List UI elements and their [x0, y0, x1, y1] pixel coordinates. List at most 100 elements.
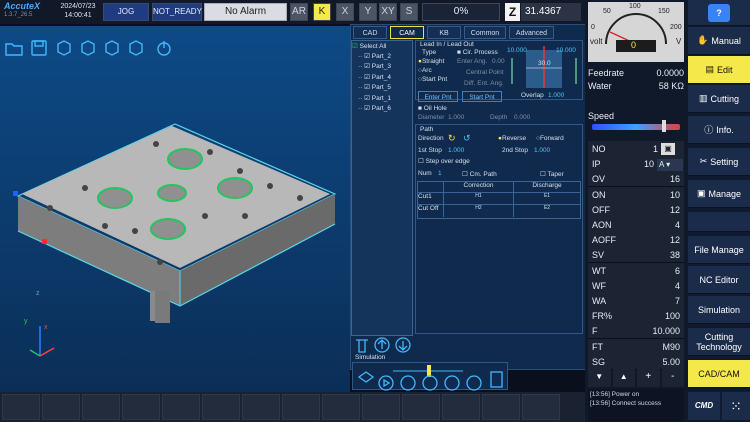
grid-menu-icon[interactable]: ⁙ — [722, 392, 750, 420]
param-row-on[interactable]: ON 10 — [588, 186, 684, 203]
mode-button[interactable]: JOG — [103, 3, 149, 21]
list-item[interactable]: ·· ☑ Part_2 — [358, 52, 391, 62]
function-key[interactable] — [242, 394, 280, 420]
taper-checkbox[interactable]: ☐ Taper — [540, 170, 564, 178]
param-value[interactable]: 10.000 — [652, 326, 680, 336]
cad-viewport[interactable] — [0, 26, 350, 392]
function-key[interactable] — [82, 394, 120, 420]
function-key[interactable] — [2, 394, 40, 420]
list-item[interactable]: ·· ☑ Part_1 — [358, 94, 391, 104]
help-button[interactable]: ? — [688, 0, 750, 26]
up-arrow-icon[interactable]: ▲ — [612, 367, 635, 387]
radio-forward[interactable]: ○Forward — [536, 135, 564, 142]
plus-icon[interactable]: + — [637, 367, 660, 387]
ccw-icon[interactable]: ↺ — [463, 133, 471, 144]
tab-cad[interactable]: CAD — [353, 26, 387, 39]
num-value[interactable]: 1 — [438, 170, 442, 177]
info-button[interactable]: ⓘ Info. — [688, 116, 750, 144]
param-value[interactable]: 1 — [653, 144, 658, 154]
cad-cam-button[interactable]: CAD/CAM — [688, 360, 750, 388]
minus-icon[interactable]: - — [661, 367, 684, 387]
param-row-wa[interactable]: WA 7 — [588, 293, 684, 309]
select-all-checkbox[interactable]: ☑ Select All — [352, 42, 386, 50]
enter-pnt-button[interactable]: Enter Pnt — [418, 91, 458, 102]
cir-process-checkbox[interactable]: ■ Cir. Process — [457, 49, 498, 56]
function-key[interactable] — [282, 394, 320, 420]
table-row[interactable]: Cut1 H1 E1 — [418, 193, 580, 205]
param-row-sv[interactable]: SV 38 — [588, 247, 684, 264]
param-row-f[interactable]: F 10.000 — [588, 323, 684, 340]
radio-straight[interactable]: ●Straight — [418, 57, 447, 66]
function-key[interactable] — [122, 394, 160, 420]
oil-hole-checkbox[interactable]: ■ Oil Hole — [418, 105, 447, 112]
table-row[interactable]: Cut Off H2 E2 — [418, 205, 580, 217]
function-key[interactable] — [362, 394, 400, 420]
step-over-checkbox[interactable]: ☐ Step over edge — [418, 157, 470, 165]
ip-unit-select[interactable]: A ▾ — [657, 159, 683, 171]
param-value[interactable]: 100 — [665, 311, 680, 321]
cutting-button[interactable]: ▥ Cutting — [688, 85, 750, 113]
list-item[interactable]: ·· ☑ Part_6 — [358, 104, 391, 114]
cutting-technology-button[interactable]: Cutting Technology — [688, 328, 750, 356]
radio-reverse[interactable]: ●Reverse — [498, 135, 526, 142]
param-row-aoff[interactable]: AOFF 12 — [588, 232, 684, 249]
function-key[interactable] — [162, 394, 200, 420]
tab-kb[interactable]: KB — [427, 26, 461, 39]
down-arrow-icon[interactable]: ▼ — [588, 367, 611, 387]
cm-path-checkbox[interactable]: ☐ Cm. Path — [462, 170, 497, 178]
stop1-value[interactable]: 1.000 — [448, 147, 464, 154]
function-key[interactable] — [482, 394, 520, 420]
stop2-value[interactable]: 1.000 — [534, 147, 550, 154]
function-key[interactable] — [442, 394, 480, 420]
param-value[interactable]: 5.00 — [662, 357, 680, 367]
axis-button-y[interactable]: Y — [359, 3, 377, 21]
tab-cam[interactable]: CAM — [390, 26, 424, 39]
function-key[interactable] — [42, 394, 80, 420]
param-value[interactable]: M90 — [662, 342, 680, 352]
speed-slider-handle[interactable] — [662, 120, 666, 132]
tab-common[interactable]: Common — [464, 26, 506, 39]
function-key[interactable] — [402, 394, 440, 420]
param-row-frpct[interactable]: FR% 100 — [588, 308, 684, 325]
param-row-ft[interactable]: FT M90 — [588, 338, 684, 355]
diameter-value[interactable]: 1.000 — [448, 114, 464, 121]
radio-start-pnt[interactable]: ○Start Pnt — [418, 75, 447, 84]
param-value[interactable]: 16 — [670, 174, 680, 184]
manage-button[interactable]: ▣ Manage — [688, 180, 750, 208]
speed-slider[interactable] — [592, 124, 680, 130]
axis-button-ar[interactable]: AR — [290, 3, 308, 21]
param-row-ov[interactable]: OV 16 — [588, 171, 684, 188]
axis-button-k[interactable]: K — [313, 3, 331, 21]
param-value[interactable]: 12 — [670, 205, 680, 215]
function-key[interactable] — [202, 394, 240, 420]
param-row-aon[interactable]: AON 4 — [588, 217, 684, 233]
param-value[interactable]: 7 — [675, 296, 680, 306]
param-value[interactable]: 4 — [675, 220, 680, 230]
param-row-wt[interactable]: WT 6 — [588, 262, 684, 279]
alarm-display[interactable]: No Alarm — [204, 3, 287, 21]
param-value[interactable]: 6 — [675, 266, 680, 276]
tab-advanced[interactable]: Advanced — [509, 26, 554, 39]
edit-button[interactable]: ▤ Edit — [688, 56, 750, 84]
axis-button-s[interactable]: S — [400, 3, 418, 21]
function-key[interactable] — [522, 394, 560, 420]
cw-icon[interactable]: ↻ — [448, 133, 456, 144]
save-icon[interactable]: ▣ — [661, 143, 675, 155]
central-point-label[interactable]: Central Point — [466, 69, 504, 76]
function-key[interactable] — [322, 394, 360, 420]
nc-editor-button[interactable]: NC Editor — [688, 266, 750, 294]
file-manage-button[interactable]: File Manage — [688, 236, 750, 264]
simulation-button[interactable]: Simulation — [688, 296, 750, 324]
axis-button-x[interactable]: X — [336, 3, 354, 21]
param-value[interactable]: 4 — [675, 281, 680, 291]
enter-ang-value[interactable]: 0.00 — [492, 58, 505, 65]
manual-button[interactable]: ✋ Manual — [688, 27, 750, 55]
radio-arc[interactable]: ○Arc — [418, 66, 447, 75]
param-value[interactable]: 10 — [644, 159, 654, 169]
overlap-value[interactable]: 1.000 — [548, 92, 564, 99]
setting-button[interactable]: ✂ Setting — [688, 148, 750, 176]
depth-value[interactable]: 0.000 — [514, 114, 530, 121]
param-row-off[interactable]: OFF 12 — [588, 201, 684, 218]
param-value[interactable]: 10 — [670, 190, 680, 200]
start-pnt-button[interactable]: Start Pnt — [462, 91, 502, 102]
